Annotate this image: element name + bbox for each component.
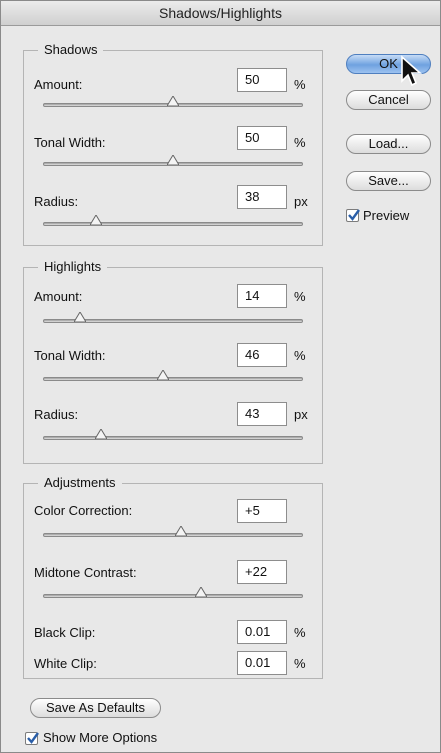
shadows-tonal-width-unit: % <box>294 135 306 150</box>
save-as-defaults-button[interactable]: Save As Defaults <box>30 698 161 718</box>
load-button[interactable]: Load... <box>346 134 431 154</box>
shadows-tonal-width-field[interactable]: 50 <box>237 126 287 150</box>
cancel-button[interactable]: Cancel <box>346 90 431 110</box>
save-button[interactable]: Save... <box>346 171 431 191</box>
highlights-amount-slider[interactable] <box>43 312 303 323</box>
shadows-amount-label: Amount: <box>34 77 83 92</box>
highlights-amount-field[interactable]: 14 <box>237 284 287 308</box>
highlights-radius-field[interactable]: 43 <box>237 402 287 426</box>
white-clip-label: White Clip: <box>34 656 97 671</box>
slider-thumb-icon[interactable] <box>89 215 102 225</box>
shadows-title: Shadows <box>38 42 104 57</box>
midtone-contrast-slider[interactable] <box>43 587 303 598</box>
highlights-tonal-width-field[interactable]: 46 <box>237 343 287 367</box>
highlights-radius-slider[interactable] <box>43 429 303 440</box>
arrow-cursor-icon <box>401 55 423 87</box>
highlights-tonal-width-label: Tonal Width: <box>34 348 106 363</box>
show-more-options-label: Show More Options <box>43 730 158 745</box>
shadows-amount-unit: % <box>294 77 306 92</box>
shadows-radius-label: Radius: <box>34 194 79 209</box>
highlights-radius-unit: px <box>294 407 308 422</box>
slider-thumb-icon[interactable] <box>156 370 169 380</box>
highlights-title: Highlights <box>38 259 108 274</box>
slider-thumb-icon[interactable] <box>167 96 179 106</box>
checkmark-icon <box>27 732 39 744</box>
color-correction-label: Color Correction: <box>34 503 133 518</box>
highlights-tonal-width-unit: % <box>294 348 306 363</box>
window-title: Shadows/Highlights <box>1 1 440 26</box>
slider-thumb-icon[interactable] <box>94 429 107 439</box>
shadows-group: Shadows Amount: 50 % Tonal Width: 50 % R… <box>23 42 323 246</box>
shadows-radius-slider[interactable] <box>43 215 303 226</box>
shadows-tonal-width-label: Tonal Width: <box>34 135 106 150</box>
black-clip-unit: % <box>294 625 306 640</box>
slider-thumb-icon[interactable] <box>74 312 87 322</box>
shadows-amount-slider[interactable] <box>43 96 303 107</box>
color-correction-field[interactable]: +5 <box>237 499 287 523</box>
preview-checkbox[interactable] <box>346 209 360 222</box>
slider-thumb-icon[interactable] <box>195 587 208 597</box>
slider-thumb-icon[interactable] <box>174 526 187 536</box>
highlights-amount-unit: % <box>294 289 306 304</box>
highlights-group: Highlights Amount: 14 % Tonal Width: 46 … <box>23 259 323 464</box>
shadows-radius-field[interactable]: 38 <box>237 185 287 209</box>
midtone-contrast-label: Midtone Contrast: <box>34 565 137 580</box>
adjustments-group: Adjustments Color Correction: +5 Midtone… <box>23 475 323 679</box>
highlights-radius-label: Radius: <box>34 407 79 422</box>
shadows-tonal-width-slider[interactable] <box>43 155 303 166</box>
black-clip-field[interactable]: 0.01 <box>237 620 287 644</box>
white-clip-field[interactable]: 0.01 <box>237 651 287 675</box>
white-clip-unit: % <box>294 656 306 671</box>
show-more-options-checkbox[interactable] <box>25 732 39 745</box>
preview-label: Preview <box>363 208 410 223</box>
midtone-contrast-field[interactable]: +22 <box>237 560 287 584</box>
checkmark-icon <box>348 209 360 221</box>
highlights-amount-label: Amount: <box>34 289 83 304</box>
adjustments-title: Adjustments <box>38 475 122 490</box>
shadows-radius-unit: px <box>294 194 308 209</box>
slider-thumb-icon[interactable] <box>167 155 179 165</box>
highlights-tonal-width-slider[interactable] <box>43 370 303 381</box>
color-correction-slider[interactable] <box>43 526 303 537</box>
dialog-window: Shadows/Highlights Shadows Amount: 50 % … <box>0 0 441 753</box>
shadows-amount-field[interactable]: 50 <box>237 68 287 92</box>
black-clip-label: Black Clip: <box>34 625 96 640</box>
